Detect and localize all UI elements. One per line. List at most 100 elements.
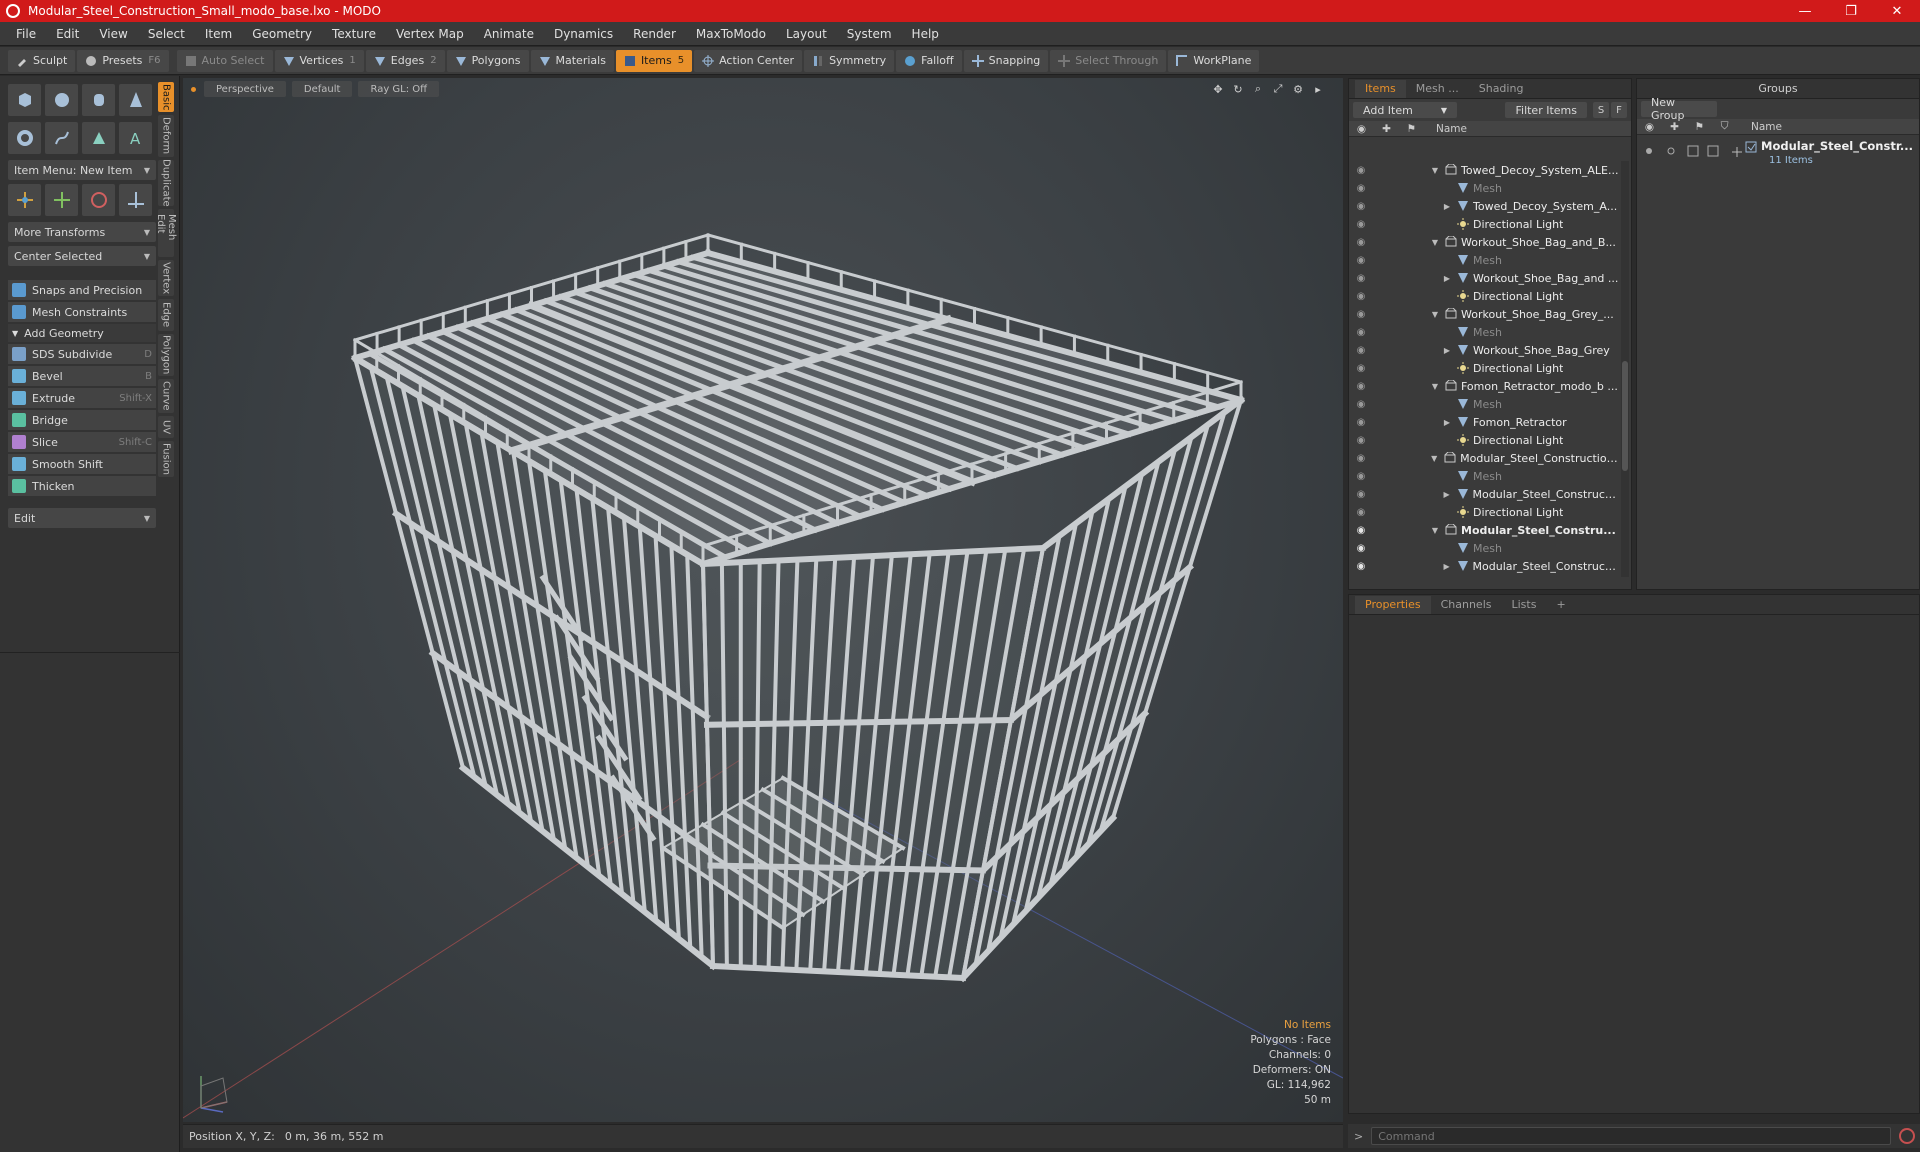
chevron-right-icon[interactable]: ▶ [1441, 490, 1453, 499]
visibility-eye-icon[interactable]: ◉ [1351, 525, 1371, 536]
tool-thicken[interactable]: Thicken [8, 476, 156, 496]
add-geometry-header[interactable]: ▼ Add Geometry [8, 324, 156, 342]
vtab-mesh-edit[interactable]: Mesh Edit [155, 209, 177, 257]
menu-layout[interactable]: Layout [776, 27, 837, 41]
tool-smooth-shift[interactable]: Smooth Shift [8, 454, 156, 474]
chevron-right-icon[interactable]: ▶ [1441, 274, 1453, 283]
visibility-eye-icon[interactable]: ◉ [1351, 435, 1371, 446]
select-icon[interactable]: ⛉ [1712, 120, 1737, 133]
visibility-eye-icon[interactable]: ◉ [1351, 273, 1371, 284]
cone-icon[interactable] [119, 84, 152, 116]
menu-help[interactable]: Help [902, 27, 949, 41]
tool-bevel[interactable]: Bevel B [8, 366, 156, 386]
tree-row[interactable]: ◉ ▼ Fomon_Retractor_modo_b ... [1349, 377, 1619, 395]
sphere-icon[interactable] [45, 84, 78, 116]
visibility-eye-icon[interactable]: ◉ [1351, 399, 1371, 410]
tree-row[interactable]: ◉ Mesh [1349, 539, 1619, 557]
items-scrollbar[interactable] [1621, 161, 1629, 577]
tree-row[interactable]: ◉ Mesh [1349, 323, 1619, 341]
tab-properties[interactable]: Properties [1355, 595, 1431, 614]
visibility-eye-icon[interactable]: ◉ [1351, 345, 1371, 356]
tool-sds-subdivide[interactable]: SDS Subdivide D [8, 344, 156, 364]
vtab-edge[interactable]: Edge [158, 299, 174, 331]
3d-viewport[interactable]: Perspective Default Ray GL: Off ✥ ↻ ⌕ ⤢ … [183, 78, 1343, 1122]
select-through-button[interactable]: Select Through [1050, 49, 1167, 72]
tab-shading[interactable]: Shading [1469, 80, 1534, 98]
falloff-button[interactable]: Falloff [896, 49, 962, 72]
menu-view[interactable]: View [89, 27, 137, 41]
add-item-button[interactable]: Add Item ▼ [1353, 102, 1457, 118]
command-input[interactable] [1371, 1127, 1892, 1145]
items-button[interactable]: Items 5 [615, 49, 693, 72]
tree-row[interactable]: ◉Directional Light [1349, 575, 1619, 577]
tree-row[interactable]: ◉ ▶ Towed_Decoy_System_A... [1349, 197, 1619, 215]
cylinder-icon[interactable] [82, 84, 115, 116]
add-tab-button[interactable]: + [1546, 596, 1575, 614]
vtab-fusion[interactable]: Fusion [158, 441, 174, 477]
visibility-eye-icon[interactable]: ◉ [1351, 417, 1371, 428]
lock-icon[interactable]: ✚ [1374, 123, 1399, 135]
record-icon[interactable] [1899, 1128, 1916, 1144]
vtab-polygon[interactable]: Polygon [158, 334, 174, 376]
group-row[interactable]: Modular_Steel_Constr... 11 Items [1637, 137, 1919, 171]
fit-icon[interactable]: ⤢ [1271, 82, 1285, 96]
visibility-eye-icon[interactable]: ◉ [1351, 561, 1371, 572]
vertices-button[interactable]: Vertices 1 [274, 49, 364, 72]
render-icon[interactable]: ⚑ [1687, 121, 1712, 133]
chevron-right-icon[interactable]: ▶ [1441, 202, 1453, 211]
chevron-right-icon[interactable]: ▶ [1441, 418, 1453, 427]
visibility-eye-icon[interactable]: ◉ [1351, 363, 1371, 374]
edges-button[interactable]: Edges 2 [365, 49, 445, 72]
tool-bridge[interactable]: Bridge [8, 410, 156, 430]
tree-row[interactable]: ◉Directional Light [1349, 503, 1619, 521]
chevron-down-icon[interactable]: ▼ [1428, 454, 1440, 463]
chevron-down-icon[interactable]: ▼ [1429, 526, 1441, 535]
chevron-right-icon[interactable]: ▸ [1311, 82, 1325, 96]
auto-select-button[interactable]: Auto Select [176, 49, 273, 72]
menu-dynamics[interactable]: Dynamics [544, 27, 623, 41]
menu-vertex-map[interactable]: Vertex Map [386, 27, 474, 41]
tree-row[interactable]: ◉ ▶ Workout_Shoe_Bag_Grey [1349, 341, 1619, 359]
maximize-button[interactable]: ❐ [1828, 0, 1874, 22]
lock-icon[interactable]: ✚ [1662, 121, 1687, 133]
visibility-eye-icon[interactable]: ◉ [1351, 183, 1371, 194]
vtab-uv[interactable]: UV [158, 416, 174, 438]
mesh-constraints-button[interactable]: Mesh Constraints [8, 302, 156, 322]
tree-row[interactable]: ◉ ▶ Modular_Steel_Construct... [1349, 557, 1619, 575]
new-group-button[interactable]: New Group [1641, 96, 1717, 122]
rotate-icon[interactable] [45, 184, 78, 216]
visibility-eye-icon[interactable]: ◉ [1351, 507, 1371, 518]
vtab-vertex[interactable]: Vertex [158, 260, 174, 296]
menu-geometry[interactable]: Geometry [242, 27, 322, 41]
menu-file[interactable]: File [6, 27, 46, 41]
tree-row[interactable]: ◉ ▶ Workout_Shoe_Bag_and ... [1349, 269, 1619, 287]
tree-row[interactable]: ◉ ▼ Towed_Decoy_System_ALE... [1349, 161, 1619, 179]
menu-select[interactable]: Select [138, 27, 195, 41]
visibility-eye-icon[interactable]: ◉ [1351, 255, 1371, 266]
visibility-eye-icon[interactable]: ◉ [1351, 381, 1371, 392]
visibility-eye-icon[interactable]: ◉ [1351, 471, 1371, 482]
chevron-down-icon[interactable]: ▼ [1429, 166, 1441, 175]
edit-dropdown[interactable]: Edit ▼ [8, 508, 156, 528]
view-default-tab[interactable]: Default [291, 81, 353, 97]
tree-row[interactable]: ◉Directional Light [1349, 215, 1619, 233]
visibility-eye-icon[interactable]: ◉ [1351, 291, 1371, 302]
vtab-curve[interactable]: Curve [158, 379, 174, 413]
tree-row[interactable]: ◉ ▼ Workout_Shoe_Bag_and_B... [1349, 233, 1619, 251]
visibility-eye-icon[interactable]: ◉ [1351, 219, 1371, 230]
move-icon[interactable] [8, 184, 41, 216]
tree-row[interactable]: ◉ Mesh [1349, 179, 1619, 197]
more-transforms-dropdown[interactable]: More Transforms ▼ [8, 222, 156, 242]
tool-slice[interactable]: Slice Shift-C [8, 432, 156, 452]
visibility-eye-icon[interactable]: ◉ [1351, 201, 1371, 212]
tree-row[interactable]: ◉ ▶ Modular_Steel_Construct... [1349, 485, 1619, 503]
visibility-eye-icon[interactable]: ◉ [1351, 489, 1371, 500]
transform-icon[interactable] [119, 184, 152, 216]
tree-row[interactable]: ◉ ▼ Modular_Steel_Constructio ... [1349, 449, 1619, 467]
pan-icon[interactable]: ✥ [1211, 82, 1225, 96]
visibility-eye-icon[interactable]: ◉ [1351, 237, 1371, 248]
center-selected-dropdown[interactable]: Center Selected ▼ [8, 246, 156, 266]
vtab-deform[interactable]: Deform [158, 115, 174, 157]
action-center-button[interactable]: Action Center [694, 49, 803, 72]
eye-icon[interactable]: ◉ [1349, 123, 1374, 135]
